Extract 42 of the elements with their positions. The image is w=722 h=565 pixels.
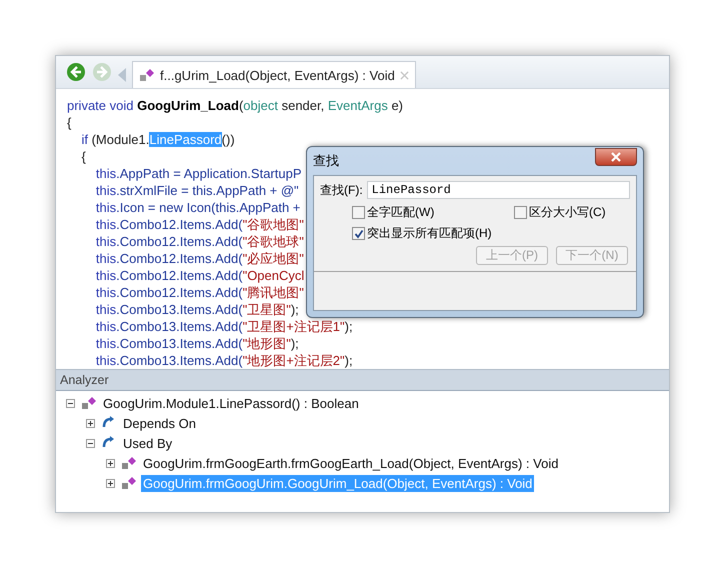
option-label: 突出显示所有匹配项(H) xyxy=(367,225,492,242)
code-line: this.strXmlFile = this.AppPath + @" xyxy=(94,182,299,199)
code-line: { xyxy=(80,148,86,165)
code-line: this.Combo12.Items.Add("谷歌地球" xyxy=(94,233,304,250)
document-tab[interactable]: f...gUrim_Load(Object, EventArgs) : Void xyxy=(132,61,416,88)
expander-icon[interactable] xyxy=(106,458,115,468)
method-icon xyxy=(121,475,137,491)
code-line: this.Combo12.Items.Add("腾讯地图" xyxy=(94,284,304,301)
code-line: this.AppPath = Application.StartupP xyxy=(94,165,302,182)
code-line: this.Combo13.Items.Add("卫星图+注记层1"); xyxy=(94,318,353,335)
method-icon xyxy=(121,455,137,471)
code-line: this.Combo13.Items.Add("卫星图"); xyxy=(94,301,299,318)
tree-item[interactable]: Used By xyxy=(121,434,174,452)
expander-icon[interactable] xyxy=(86,438,95,448)
option-label: 全字匹配(W) xyxy=(367,204,434,221)
code-line: this.Combo13.Items.Add("地形图"); xyxy=(94,335,299,352)
code-line: this.Combo12.Items.Add("谷歌地图" xyxy=(94,216,304,233)
code-line: if (Module1.LinePassord()) xyxy=(80,131,235,148)
code-line: { xyxy=(67,114,72,131)
code-line: this.Combo13.Items.Add("地形图+注记层2"); xyxy=(94,352,353,369)
expander-icon[interactable] xyxy=(86,418,95,428)
back-icon[interactable] xyxy=(66,62,86,82)
tree-item[interactable]: GoogUrim.frmGoogEarth.frmGoogEarth_Load(Object, EventArgs) : Void xyxy=(141,454,560,472)
tree-item[interactable]: GoogUrim.Module1.LinePassord() : Boolean xyxy=(101,394,361,412)
panel-title: Analyzer xyxy=(60,373,109,387)
find-field[interactable]: LinePassord xyxy=(366,181,630,199)
checkbox[interactable] xyxy=(352,227,365,240)
dialog-title: 查找 xyxy=(313,152,339,170)
method-icon xyxy=(81,395,97,411)
code-line: this.Combo12.Items.Add("OpenCycl xyxy=(94,267,304,284)
option-label: 区分大小写(C) xyxy=(529,204,606,221)
code-line: this.Combo12.Items.Add("必应地图" xyxy=(94,250,304,267)
close-button[interactable] xyxy=(595,148,637,166)
code-line: this.Icon = new Icon(this.AppPath + xyxy=(94,199,300,216)
checkbox[interactable] xyxy=(514,206,527,219)
checkbox[interactable] xyxy=(352,206,365,219)
code-line: private void GoogUrim_Load(object sender, EventArgs e) xyxy=(67,97,404,114)
find-label: 查找(F): xyxy=(320,182,363,198)
expander-icon[interactable] xyxy=(66,398,75,408)
method-icon xyxy=(139,67,155,83)
expander-icon[interactable] xyxy=(106,478,115,488)
tree-item[interactable]: Depends On xyxy=(121,414,198,432)
